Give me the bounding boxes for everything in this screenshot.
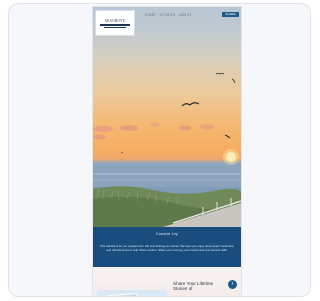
bird-icon [231, 78, 236, 84]
share-cta-button[interactable]: SHARE [222, 12, 239, 17]
photo-thumbnail [108, 294, 138, 296]
sunset-beach-illustration [93, 72, 241, 227]
site-nav[interactable]: HOME · STORIES · ABOUT [145, 13, 192, 17]
stories-headline: Share Your Lifetime Stories of [173, 281, 214, 292]
logo-bar [104, 26, 126, 28]
hero-image [93, 7, 241, 237]
next-arrow-button[interactable]: › [228, 280, 237, 289]
bird-icon [181, 102, 200, 107]
intro-text: This website is for our coastal town. We… [99, 244, 235, 253]
band-title: Coastal Joy [155, 232, 179, 236]
stories-section: Share Your Lifetime Stories of › [93, 267, 241, 296]
logo-text: SEAGROVE [105, 18, 125, 23]
site-logo[interactable]: SEAGROVE [95, 10, 135, 36]
website-preview: SEAGROVE HOME · STORIES · ABOUT SHARE Th… [93, 7, 241, 296]
bird-icon [224, 134, 231, 139]
preview-card[interactable]: SEAGROVE HOME · STORIES · ABOUT SHARE Th… [8, 3, 311, 297]
story-thumbnail-card[interactable] [97, 290, 167, 296]
logo-bar [100, 23, 130, 26]
bird-icon [215, 72, 225, 75]
